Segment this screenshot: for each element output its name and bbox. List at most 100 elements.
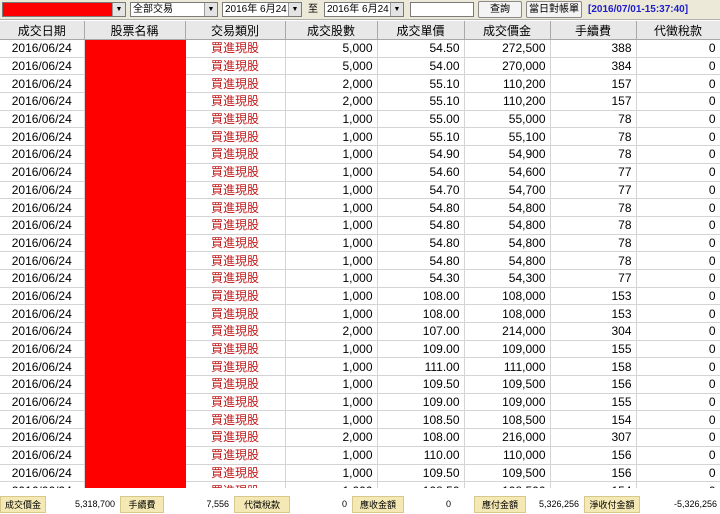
trade-table-container: 成交日期 股票名稱 交易類別 成交股數 成交單價 成交價金 手續費 代徵稅款 2016/06/… [0, 21, 720, 488]
table-row[interactable]: 2016/06/24 買進現股 5,000 54.00 270,000 384 0 [0, 57, 720, 76]
trade-date-cell: 2016/06/24 [0, 181, 85, 200]
fee-cell: 155 [550, 340, 637, 359]
column-header[interactable]: 股票名稱 [84, 21, 186, 40]
table-row[interactable]: 2016/06/24 買進現股 1,000 109.00 109,000 155 0 [0, 393, 720, 412]
tax-label: 代徵稅款 [234, 496, 290, 513]
tax-cell: 0 [636, 340, 720, 359]
trade-type-cell: 買進現股 [185, 464, 286, 483]
trade-date-cell: 2016/06/24 [0, 304, 85, 323]
shares-cell: 1,000 [285, 234, 378, 253]
stock-name-cell [84, 428, 186, 447]
trade-type-cell: 買進現股 [185, 410, 286, 430]
price-cell: 54.60 [377, 163, 465, 182]
table-row[interactable]: 2016/06/24 買進現股 2,000 55.10 110,200 157 0 [0, 74, 720, 94]
trade-date-cell: 2016/06/24 [0, 163, 85, 182]
table-row[interactable]: 2016/06/24 買進現股 1,000 109.50 109,500 156 0 [0, 375, 720, 394]
trade-filter-select[interactable]: 全部交易 ▼ [130, 2, 218, 17]
trade-type-cell: 買進現股 [185, 251, 286, 270]
table-row[interactable]: 2016/06/24 買進現股 1,000 54.60 54,600 77 0 [0, 163, 720, 182]
date-from-picker[interactable]: 2016年 6月24日 ▼ [222, 2, 302, 17]
table-row[interactable]: 2016/06/24 買進現股 1,000 109.50 109,500 156 0 [0, 464, 720, 483]
shares-cell: 1,000 [285, 110, 378, 129]
table-row[interactable]: 2016/06/24 買進現股 1,000 54.30 54,300 77 0 [0, 269, 720, 288]
fee-cell: 388 [550, 39, 637, 58]
stock-name-cell [84, 446, 186, 465]
stock-name-cell [84, 198, 186, 217]
table-row[interactable]: 2016/06/24 買進現股 2,000 55.10 110,200 157 0 [0, 92, 720, 111]
stock-name-cell [84, 393, 186, 412]
price-cell: 54.80 [377, 251, 465, 270]
tax-cell: 0 [636, 393, 720, 412]
table-row[interactable]: 2016/06/24 買進現股 2,000 107.00 214,000 304 0 [0, 322, 720, 341]
chevron-down-icon[interactable]: ▼ [204, 3, 217, 16]
price-cell: 111.00 [377, 357, 465, 377]
fee-cell: 77 [550, 163, 637, 182]
table-header-row: 成交日期 股票名稱 交易類別 成交股數 成交單價 成交價金 手續費 代徵稅款 [0, 21, 720, 40]
trade-date-cell: 2016/06/24 [0, 145, 85, 164]
tax-cell: 0 [636, 216, 720, 235]
amount-cell: 109,000 [464, 340, 551, 359]
column-header[interactable]: 代徵稅款 [636, 21, 720, 40]
trade-date-cell: 2016/06/24 [0, 446, 85, 465]
amount-cell: 54,300 [464, 269, 551, 288]
table-row[interactable]: 2016/06/24 買進現股 1,000 55.10 55,100 78 0 [0, 127, 720, 147]
query-button[interactable]: 查詢 [478, 1, 522, 18]
amount-cell: 54,900 [464, 145, 551, 164]
table-row[interactable]: 2016/06/24 買進現股 1,000 111.00 111,000 158 0 [0, 357, 720, 377]
search-input[interactable] [410, 2, 474, 17]
table-row[interactable]: 2016/06/24 買進現股 1,000 54.80 54,800 78 0 [0, 234, 720, 253]
trade-type-cell: 買進現股 [185, 216, 286, 235]
price-cell: 54.70 [377, 181, 465, 200]
column-header[interactable]: 成交單價 [377, 21, 465, 40]
price-cell: 109.50 [377, 464, 465, 483]
table-row[interactable]: 2016/06/24 買進現股 1,000 110.00 110,000 156 0 [0, 446, 720, 465]
trade-type-cell: 買進現股 [185, 39, 286, 58]
shares-cell: 2,000 [285, 322, 378, 341]
payable-value: 5,326,256 [538, 499, 579, 509]
amount-cell: 110,200 [464, 74, 551, 94]
table-row[interactable]: 2016/06/24 買進現股 2,000 108.00 216,000 307 0 [0, 428, 720, 447]
table-row[interactable]: 2016/06/24 買進現股 1,000 54.90 54,900 78 0 [0, 145, 720, 164]
chevron-down-icon[interactable]: ▼ [390, 3, 403, 16]
shares-cell: 1,000 [285, 375, 378, 394]
date-to-picker[interactable]: 2016年 6月24日 ▼ [324, 2, 404, 17]
stock-name-cell [84, 92, 186, 111]
fee-cell: 153 [550, 304, 637, 323]
shares-cell: 1,000 [285, 304, 378, 323]
table-row[interactable]: 2016/06/24 買進現股1,000108.50108,5001540 [0, 410, 720, 430]
fee-cell: 77 [550, 269, 637, 288]
column-header[interactable]: 交易類別 [185, 21, 286, 40]
fee-cell: 157 [550, 74, 637, 94]
reconcile-button[interactable]: 當日對帳單 [526, 1, 582, 18]
tax-cell: 0 [636, 375, 720, 394]
table-row[interactable]: 2016/06/24 買進現股 5,000 54.50 272,500 388 0 [0, 39, 720, 58]
tax-cell: 0 [636, 464, 720, 483]
table-row[interactable]: 2016/06/24 買進現股 1,000 54.80 54,800 78 0 [0, 251, 720, 270]
fee-cell: 77 [550, 181, 637, 200]
table-row[interactable]: 2016/06/24 買進現股 1,000 54.70 54,700 77 0 [0, 181, 720, 200]
chevron-down-icon[interactable]: ▼ [112, 3, 125, 16]
chevron-down-icon[interactable]: ▼ [288, 3, 301, 16]
table-row[interactable]: 2016/06/24 買進現股 1,000 109.00 109,000 155 0 [0, 340, 720, 359]
column-header[interactable]: 成交價金 [464, 21, 551, 40]
table-row[interactable]: 2016/06/24 買進現股 1,000 54.80 54,800 78 0 [0, 216, 720, 235]
account-select[interactable]: ▼ [2, 2, 126, 17]
fee-cell: 154 [550, 410, 637, 430]
amount-cell: 54,800 [464, 251, 551, 270]
column-header[interactable]: 成交股數 [285, 21, 378, 40]
trade-type-cell: 買進現股 [185, 393, 286, 412]
table-row[interactable]: 2016/06/24 買進現股 1,000 55.00 55,000 78 0 [0, 110, 720, 129]
table-row[interactable]: 2016/06/24 買進現股 1,000 108.00 108,000 153 0 [0, 287, 720, 306]
date-to-value: 2016年 6月24日 [327, 4, 399, 15]
table-row[interactable]: 2016/06/24 買進現股 1,000 54.80 54,800 78 0 [0, 198, 720, 217]
trade-type-cell: 買進現股 [185, 198, 286, 217]
column-header[interactable]: 成交日期 [0, 21, 85, 40]
trade-date-cell: 2016/06/24 [0, 481, 85, 488]
column-header[interactable]: 手續費 [550, 21, 637, 40]
shares-cell: 1,000 [285, 464, 378, 483]
shares-cell: 1,000 [285, 181, 378, 200]
shares-cell: 1,000 [285, 393, 378, 412]
table-row[interactable]: 2016/06/24 買進現股 1,000 108.00 108,000 153 0 [0, 304, 720, 323]
amount-cell: 54,800 [464, 198, 551, 217]
table-row[interactable]: 2016/06/24 買進現股1,000108.50108,5001540 [0, 481, 720, 488]
